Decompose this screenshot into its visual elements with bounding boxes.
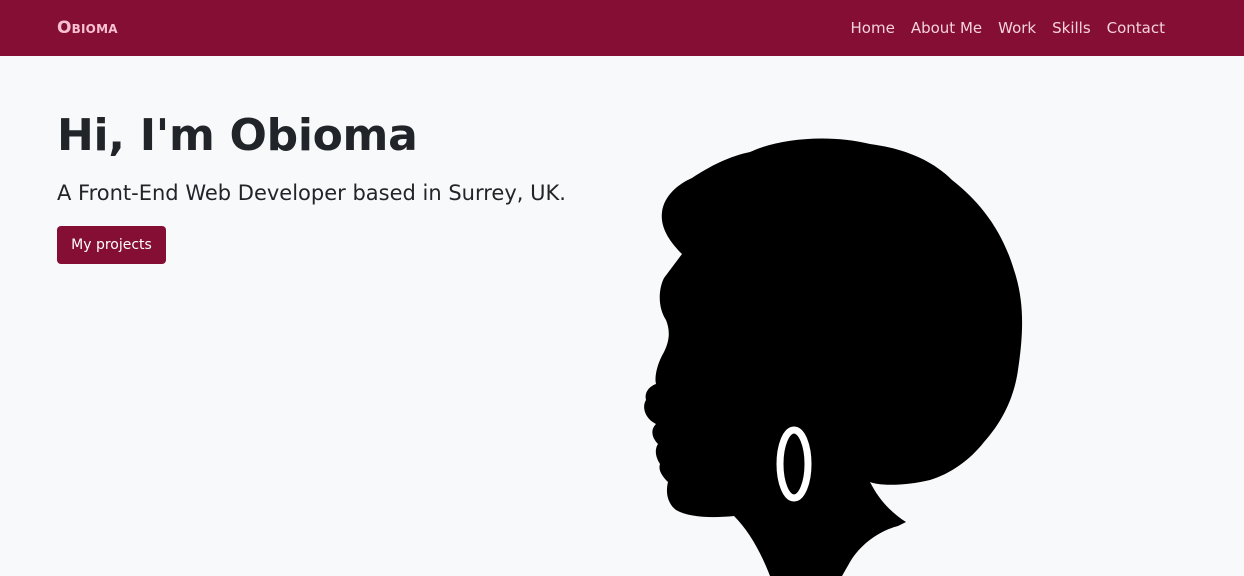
nav-link-home[interactable]: Home xyxy=(843,17,903,39)
my-projects-button[interactable]: My projects xyxy=(57,226,166,264)
nav-link-contact[interactable]: Contact xyxy=(1099,17,1165,39)
nav-link-work[interactable]: Work xyxy=(990,17,1044,39)
top-navbar: Obioma Home About Me Work Skills Contact xyxy=(0,0,1244,56)
nav-links: Home About Me Work Skills Contact xyxy=(843,17,1165,39)
woman-silhouette-icon xyxy=(644,138,1023,576)
nav-link-skills[interactable]: Skills xyxy=(1044,17,1099,39)
hero-title: Hi, I'm Obioma xyxy=(57,110,418,161)
hero-lead: A Front-End Web Developer based in Surre… xyxy=(57,181,566,205)
nav-link-about-me[interactable]: About Me xyxy=(903,17,990,39)
brand-logo-link[interactable]: Obioma xyxy=(57,17,118,39)
